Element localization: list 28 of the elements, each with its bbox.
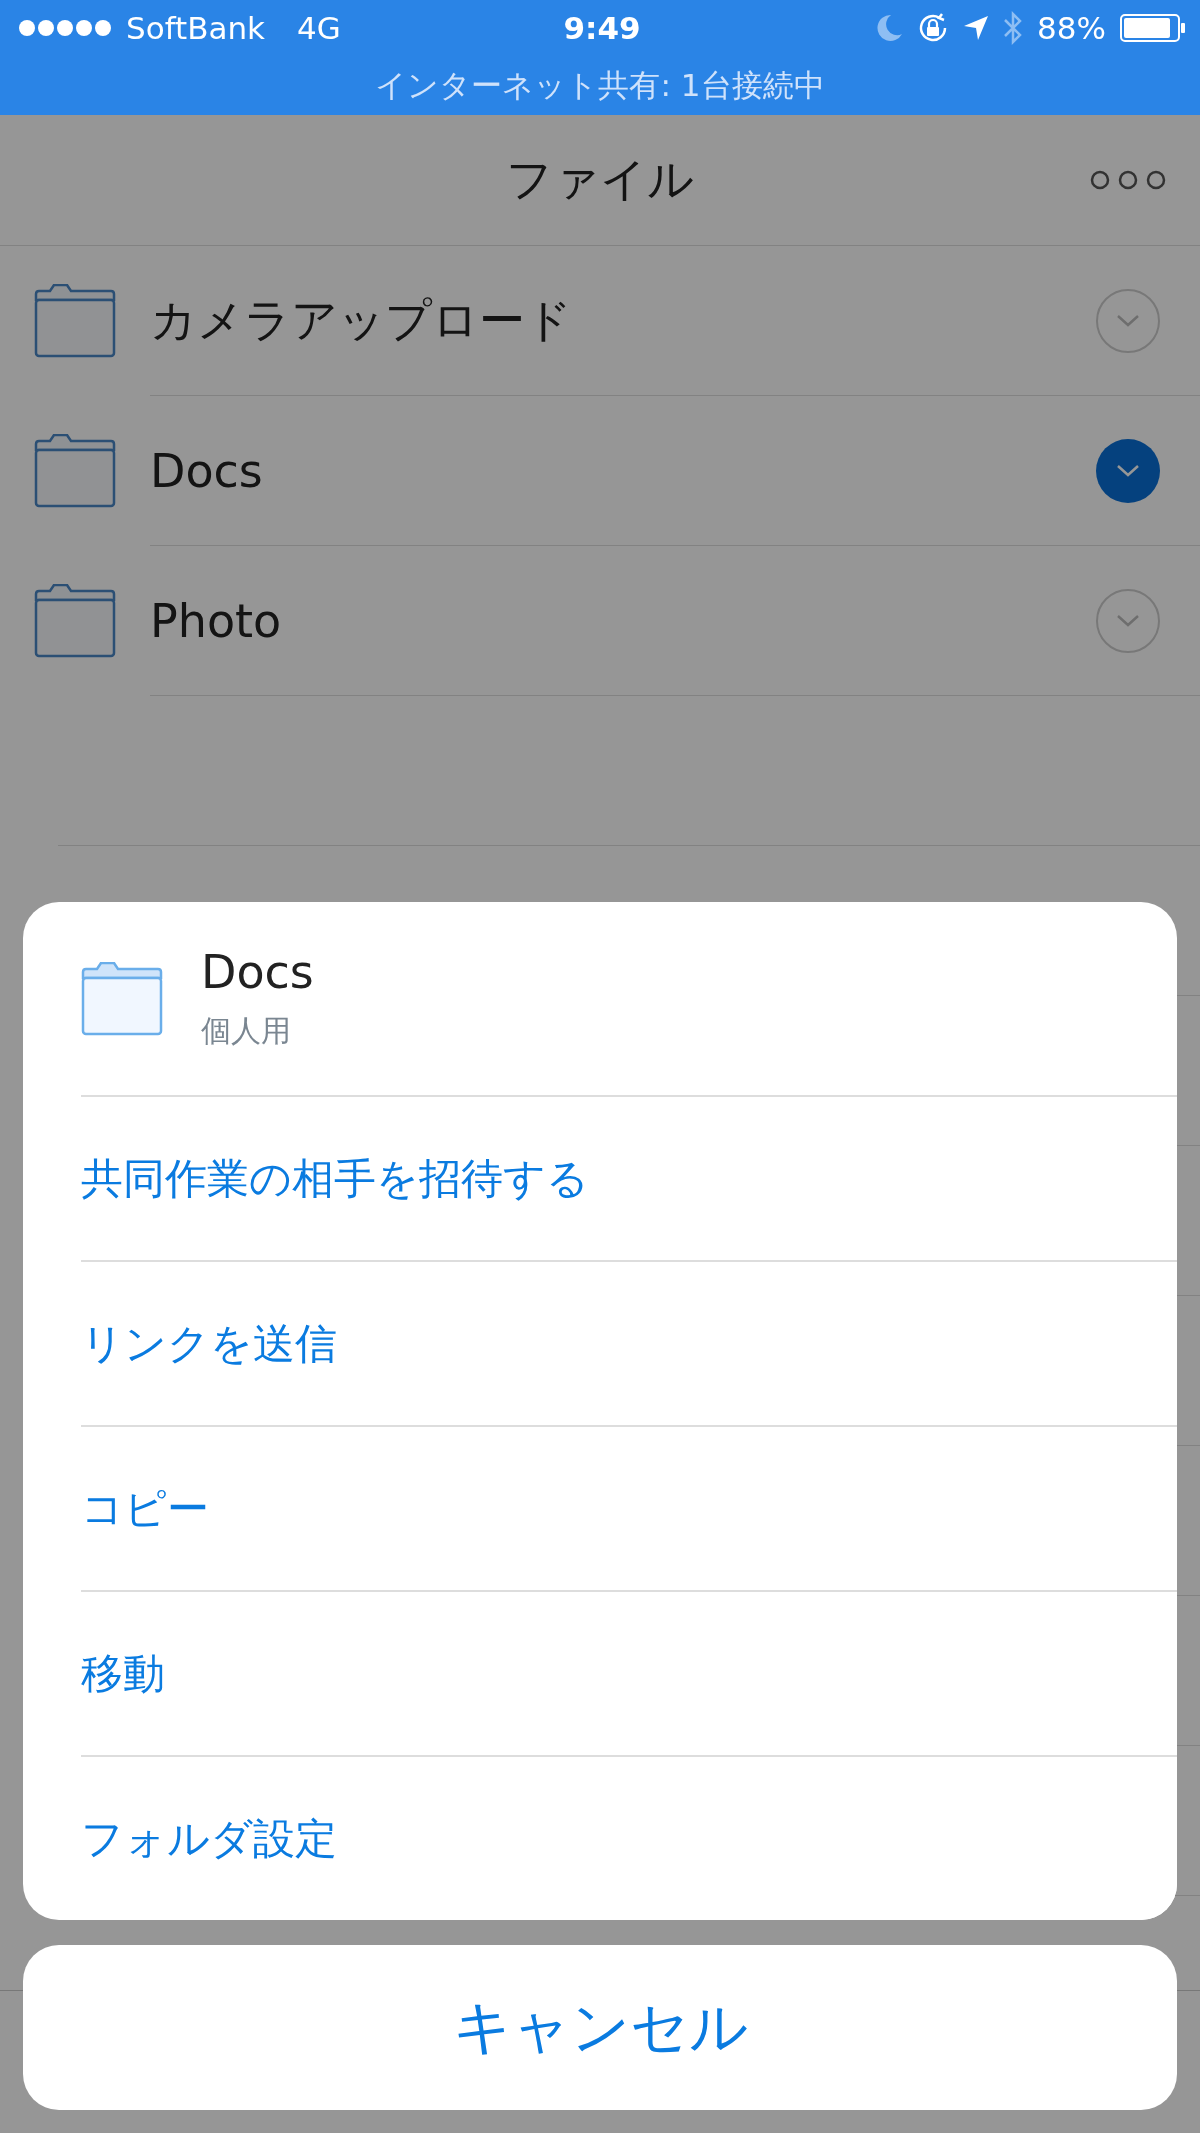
sheet-title: Docs	[201, 945, 314, 999]
chevron-down-icon	[1115, 313, 1141, 329]
carrier-name: SoftBank	[126, 10, 266, 46]
network-type: 4G	[297, 10, 341, 46]
signal-icon	[18, 19, 112, 37]
chevron-down-icon	[1115, 613, 1141, 629]
folder-name: Docs	[150, 444, 264, 498]
folder-icon	[34, 284, 116, 358]
cancel-button[interactable]: キャンセル	[23, 1945, 1177, 2110]
folder-row[interactable]: カメラアップロード	[0, 246, 1200, 396]
location-arrow-icon	[963, 15, 990, 41]
hotspot-status: インターネット共有: 1台接続中	[375, 65, 825, 105]
bluetooth-icon	[1003, 11, 1024, 45]
sheet-action[interactable]: フォルダ設定	[81, 1755, 1177, 1920]
chevron-down-icon	[1115, 463, 1141, 479]
sheet-subtitle: 個人用	[201, 1012, 292, 1050]
clock-time: 9:49	[563, 10, 641, 46]
folder-name: Photo	[150, 594, 283, 648]
folder-row[interactable]: Photo	[0, 546, 1200, 696]
folder-row[interactable]: Docs	[0, 396, 1200, 546]
folder-name: カメラアップロード	[150, 292, 573, 349]
folder-icon	[34, 584, 116, 658]
folder-icon	[81, 961, 163, 1036]
moon-icon	[877, 14, 904, 42]
nav-title: ファイル	[506, 151, 694, 208]
battery-percent: 88%	[1037, 10, 1106, 46]
battery-icon	[1120, 14, 1186, 42]
folder-icon	[34, 434, 116, 508]
